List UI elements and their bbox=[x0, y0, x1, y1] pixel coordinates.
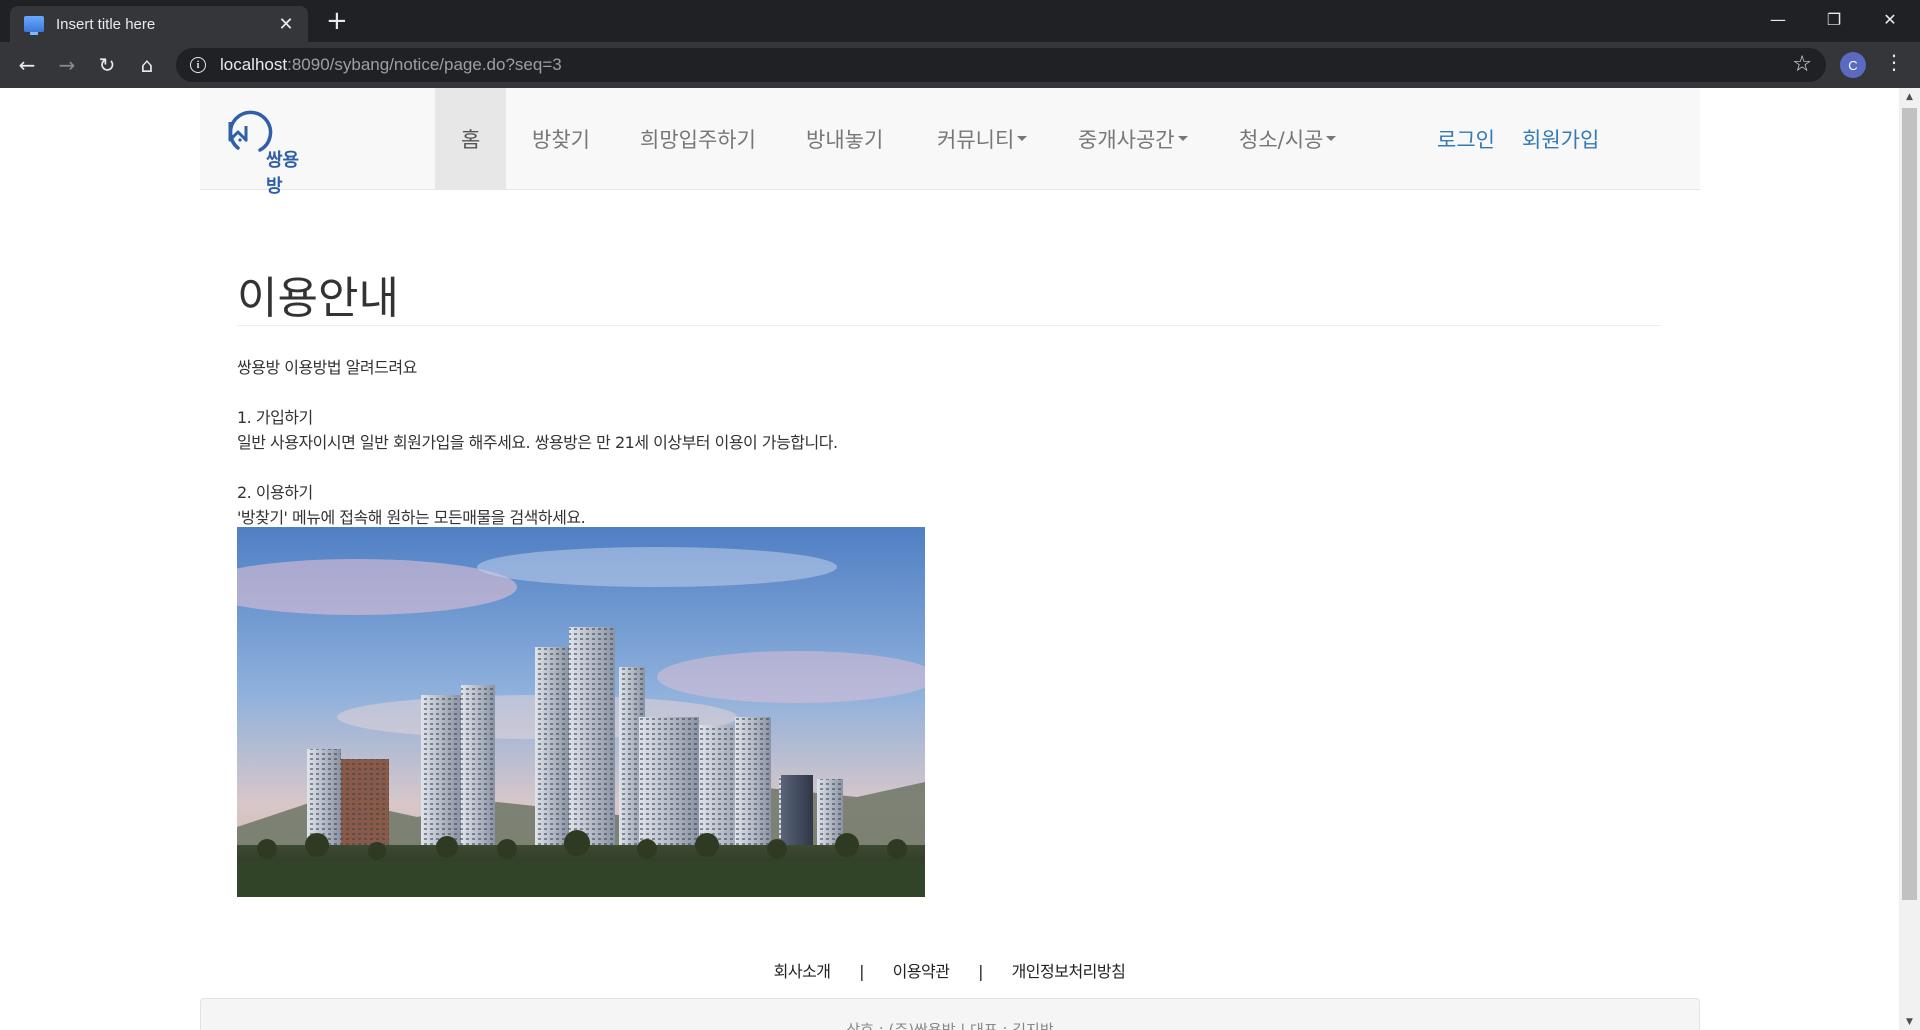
page-title: 이용안내 bbox=[237, 273, 399, 324]
nav-community[interactable]: 커뮤니티 bbox=[911, 88, 1053, 189]
step1-body: 일반 사용자이시면 일반 회원가입을 해주세요. 쌍용방은 만 21세 이상부터… bbox=[237, 433, 838, 452]
chevron-down-icon bbox=[1326, 136, 1337, 141]
nav-cleaning[interactable]: 청소/시공 bbox=[1213, 88, 1362, 189]
apartment-complex-image bbox=[237, 527, 925, 897]
logo-text: 쌍용방 bbox=[266, 150, 300, 197]
address-bar[interactable]: i localhost:8090/sybang/notice/page.do?s… bbox=[176, 48, 1826, 82]
browser-toolbar: ← → ↻ ⌂ i localhost:8090/sybang/notice/p… bbox=[0, 42, 1920, 88]
home-icon[interactable]: ⌂ bbox=[130, 48, 164, 82]
footer-info-box: 상호 : (주)쌍용방 | 대표 : 김지방 bbox=[200, 998, 1700, 1030]
step2-title: 2. 이용하기 bbox=[237, 483, 313, 502]
step1-title: 1. 가입하기 bbox=[237, 408, 313, 427]
tab-close-icon[interactable]: ✕ bbox=[276, 14, 296, 35]
nav-home-label: 홈 bbox=[461, 127, 481, 152]
new-tab-button[interactable]: + bbox=[326, 8, 348, 34]
url-path: :8090/sybang/notice/page.do?seq=3 bbox=[287, 55, 562, 74]
nav-hope-move-in[interactable]: 희망입주하기 bbox=[614, 88, 782, 189]
page-favicon-icon bbox=[24, 16, 44, 35]
nav-list-room[interactable]: 방내놓기 bbox=[780, 88, 909, 189]
profile-avatar[interactable]: C bbox=[1840, 52, 1866, 78]
forward-icon[interactable]: → bbox=[50, 48, 84, 82]
site-navbar: 쌍용방 홈 방찾기 희망입주하기 방내놓기 커뮤니티 중개사공간 청소/시공 로… bbox=[200, 88, 1700, 197]
bookmark-star-icon[interactable]: ☆ bbox=[1792, 52, 1812, 77]
intro-text: 쌍용방 이용방법 알려드려요 bbox=[237, 358, 417, 377]
footer-link-terms[interactable]: 이용약관 bbox=[881, 962, 962, 981]
nav-cleaning-label: 청소/시공 bbox=[1239, 127, 1324, 152]
login-link[interactable]: 로그인 bbox=[1437, 88, 1495, 189]
scroll-up-icon[interactable]: ▲ bbox=[1899, 88, 1920, 105]
page-scrollbar[interactable]: ▲ ▼ bbox=[1899, 88, 1920, 1030]
scroll-thumb[interactable] bbox=[1902, 108, 1917, 900]
reload-icon[interactable]: ↻ bbox=[90, 48, 124, 82]
scroll-down-icon[interactable]: ▼ bbox=[1899, 1013, 1920, 1030]
restore-button[interactable]: ❐ bbox=[1806, 0, 1862, 38]
tab-title: Insert title here bbox=[56, 15, 156, 33]
nav-agent-space-label: 중개사공간 bbox=[1078, 127, 1175, 152]
nav-find-room[interactable]: 방찾기 bbox=[506, 88, 616, 189]
site-logo[interactable]: 쌍용방 bbox=[216, 106, 306, 197]
site-info-icon[interactable]: i bbox=[190, 57, 206, 73]
nav-find-room-label: 방찾기 bbox=[532, 127, 590, 152]
browser-tab-strip: Insert title here ✕ + — ❐ ✕ bbox=[0, 0, 1920, 42]
signup-link[interactable]: 회원가입 bbox=[1522, 88, 1599, 189]
footer-link-about[interactable]: 회사소개 bbox=[762, 962, 843, 981]
footer-link-privacy[interactable]: 개인정보처리방침 bbox=[1000, 962, 1138, 981]
footer-separator: | bbox=[978, 962, 983, 981]
step2-body: '방찾기' 메뉴에 접속해 원하는 모든매물을 검색하세요. bbox=[237, 508, 586, 527]
nav-home[interactable]: 홈 bbox=[435, 88, 507, 189]
close-window-button[interactable]: ✕ bbox=[1862, 0, 1918, 38]
footer-company-info: 상호 : (주)쌍용방 | 대표 : 김지방 bbox=[846, 1021, 1054, 1030]
minimize-button[interactable]: — bbox=[1750, 0, 1806, 38]
browser-menu-icon[interactable]: ⋮ bbox=[1884, 50, 1904, 74]
title-divider bbox=[237, 325, 1661, 326]
browser-tab[interactable]: Insert title here ✕ bbox=[10, 6, 308, 42]
page-viewport: 쌍용방 홈 방찾기 희망입주하기 방내놓기 커뮤니티 중개사공간 청소/시공 로… bbox=[0, 88, 1899, 1030]
nav-community-label: 커뮤니티 bbox=[937, 127, 1015, 152]
chevron-down-icon bbox=[1177, 136, 1188, 141]
footer-links: 회사소개 | 이용약관 | 개인정보처리방침 bbox=[0, 958, 1899, 982]
chevron-down-icon bbox=[1017, 136, 1028, 141]
footer-separator: | bbox=[859, 962, 865, 981]
back-icon[interactable]: ← bbox=[10, 48, 44, 82]
url-host: localhost bbox=[220, 55, 288, 74]
nav-hope-move-in-label: 희망입주하기 bbox=[640, 127, 756, 152]
nav-agent-space[interactable]: 중개사공간 bbox=[1052, 88, 1214, 189]
nav-list-room-label: 방내놓기 bbox=[806, 127, 884, 152]
